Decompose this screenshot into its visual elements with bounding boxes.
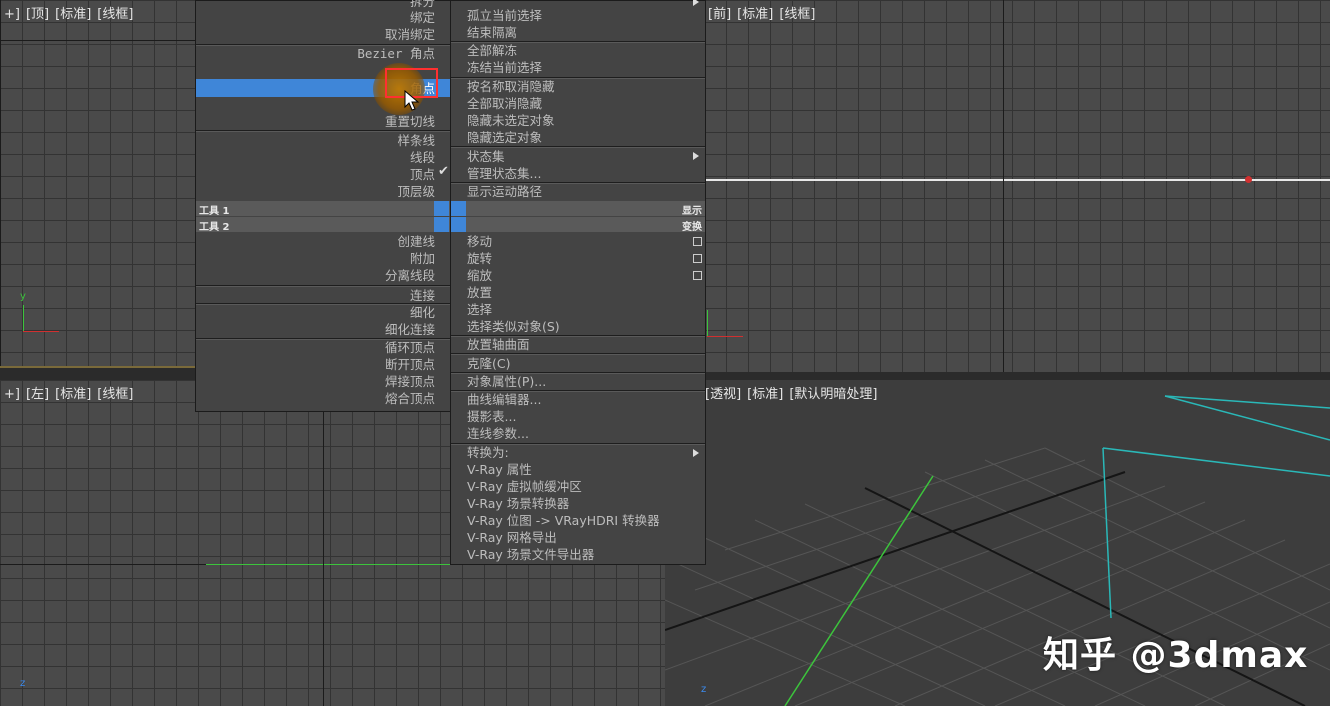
axis-z-label-left: z [20, 678, 26, 689]
menu-item-unbind[interactable]: 取消绑定 [385, 26, 435, 43]
menu-item-clone[interactable]: 克隆(C) [467, 355, 510, 372]
mouse-cursor-icon [404, 90, 420, 111]
menu-item-bezier-corner[interactable]: Bezier 角点 [357, 45, 435, 62]
front-vertex-dot [1245, 176, 1252, 183]
menu-item-object-properties[interactable]: 对象属性(P)... [467, 373, 546, 390]
menu-item-break-vertices[interactable]: 断开顶点 [385, 356, 435, 373]
viewport-front-label[interactable]: [前] [标准] [线框] [708, 3, 821, 22]
menu-item-unfreeze-all[interactable]: 全部解冻 [467, 42, 517, 59]
convert-to-arrow-icon [693, 449, 699, 457]
menu-item-connect[interactable]: 连接 [410, 287, 435, 304]
move-settings-icon[interactable] [693, 237, 702, 246]
menu-item-reset-tangents[interactable]: 重置切线 [385, 113, 435, 130]
menu-item-manage-state-sets[interactable]: 管理状态集... [467, 165, 541, 182]
quad-menu-left: 拆分 绑定 取消绑定 Bezier 角点 角点 重置切线 样条线 线段 顶点 ✔… [195, 0, 452, 412]
vp-persp-shading[interactable]: [默认明暗处理] [789, 387, 877, 402]
menu-item-vray-mesh-export[interactable]: V-Ray 网格导出 [467, 529, 557, 546]
menu-item-attach[interactable]: 附加 [410, 250, 435, 267]
viewport-persp-label[interactable]: [透视] [标准] [默认明暗处理] [705, 383, 883, 402]
menu-item-vray-scene-exporter[interactable]: V-Ray 场景文件导出器 [467, 546, 594, 563]
quad-header-tools2: 工具 2 [196, 217, 451, 233]
quad-title-transform: 变换 [682, 222, 702, 233]
menu-item-cycle-vertices[interactable]: 循环顶点 [385, 339, 435, 356]
check-icon: ✔ [438, 164, 449, 179]
quad-header-display: 显示 [451, 201, 705, 217]
vp-front-mode[interactable]: [标准] [737, 7, 773, 22]
menu-item-unhide-all[interactable]: 全部取消隐藏 [467, 95, 542, 112]
quad-title-tools1: 工具 1 [199, 206, 230, 217]
menu-item-freeze-selection[interactable]: 冻结当前选择 [467, 59, 542, 76]
vp-left-view[interactable]: [左] [26, 387, 49, 402]
quad-indicator-tr [451, 201, 466, 216]
menu-item-vray-vfb[interactable]: V-Ray 虚拟帧缓冲区 [467, 478, 582, 495]
watermark: 知乎 @3dmax [1043, 635, 1309, 676]
menu-item-display-motion-paths[interactable]: 显示运动路径 [467, 183, 542, 200]
vp-top-mode[interactable]: [标准] [55, 7, 91, 22]
menu-item-unhide-by-name[interactable]: 按名称取消隐藏 [467, 78, 555, 95]
menu-item-select[interactable]: 选择 [467, 301, 492, 318]
menu-item-refine-connect[interactable]: 细化连接 [385, 321, 435, 338]
menu-item-vray-properties[interactable]: V-Ray 属性 [467, 461, 532, 478]
menu-item-hide-selection[interactable]: 隐藏选定对象 [467, 129, 542, 146]
menu-item-end-isolate[interactable]: 结束隔离 [467, 24, 517, 41]
menu-item-place[interactable]: 放置 [467, 284, 492, 301]
scale-settings-icon[interactable] [693, 271, 702, 280]
quad-header-tools1: 工具 1 [196, 201, 451, 217]
menu-item-detach-segment[interactable]: 分离线段 [385, 267, 435, 284]
quad-indicator-bl [434, 217, 449, 232]
menu-item-curve-editor[interactable]: 曲线编辑器... [467, 391, 541, 408]
menu-item-wire-parameters[interactable]: 连线参数... [467, 425, 529, 442]
quad-indicator-tl [434, 201, 449, 216]
menu-item-vray-bitmap-converter[interactable]: V-Ray 位图 -> VRayHDRI 转换器 [467, 512, 660, 529]
menu-item-scale[interactable]: 缩放 [467, 267, 492, 284]
menu-item-state-sets[interactable]: 状态集 [467, 148, 505, 165]
menu-item-vray-scene-converter[interactable]: V-Ray 场景转换器 [467, 495, 569, 512]
rotate-settings-icon[interactable] [693, 254, 702, 263]
menu-item-dope-sheet[interactable]: 摄影表... [467, 408, 516, 425]
menu-item-hide-unselected[interactable]: 隐藏未选定对象 [467, 112, 555, 129]
menu-item-segment[interactable]: 线段 [410, 149, 435, 166]
axis-y-label: y [20, 291, 26, 302]
vp-left-plus[interactable]: +] [4, 387, 20, 402]
state-sets-arrow-icon [693, 152, 699, 160]
vp-top-view[interactable]: [顶] [26, 7, 49, 22]
axis-gizmo-front [704, 300, 750, 340]
quad-title-display: 显示 [682, 206, 702, 217]
vp-top-shading[interactable]: [线框] [97, 7, 133, 22]
quad-header-transform: 变换 [451, 217, 705, 233]
quad-indicator-br [451, 217, 466, 232]
vp-persp-mode[interactable]: [标准] [747, 387, 783, 402]
vp-persp-view[interactable]: [透视] [705, 387, 741, 402]
menu-item-rotate[interactable]: 旋转 [467, 250, 492, 267]
quad-title-tools2: 工具 2 [199, 222, 230, 233]
axis-z-label-persp: z [701, 684, 707, 695]
quad-menu-right: 孤立当前选择 结束隔离 全部解冻 冻结当前选择 按名称取消隐藏 全部取消隐藏 隐… [450, 0, 706, 565]
menu-item-vertex[interactable]: 顶点 [410, 166, 435, 183]
menu-item-create-line[interactable]: 创建线 [397, 233, 435, 250]
vp-front-view[interactable]: [前] [708, 7, 731, 22]
menu-item-refine[interactable]: 细化 [410, 304, 435, 321]
menu-item-convert-to[interactable]: 转换为: [467, 444, 509, 461]
menu-item-fuse-vertices[interactable]: 熔合顶点 [385, 390, 435, 407]
vp-front-shading[interactable]: [线框] [779, 7, 815, 22]
menu-item-weld-vertices[interactable]: 焊接顶点 [385, 373, 435, 390]
vp-left-shading[interactable]: [线框] [97, 387, 133, 402]
menu-item-isolate-selection[interactable]: 孤立当前选择 [467, 7, 542, 24]
menu-item-move[interactable]: 移动 [467, 233, 492, 250]
menu-item-spline[interactable]: 样条线 [397, 132, 435, 149]
vp-left-mode[interactable]: [标准] [55, 387, 91, 402]
submenu-arrow-icon [693, 0, 699, 6]
viewport-left-label[interactable]: +] [左] [标准] [线框] [4, 383, 139, 402]
axis-gizmo-top: y [20, 291, 66, 335]
menu-item-select-similar[interactable]: 选择类似对象(S) [467, 318, 560, 335]
vp-top-plus[interactable]: +] [4, 7, 20, 22]
menu-item-bind[interactable]: 绑定 [410, 9, 435, 26]
menu-item-top-level[interactable]: 顶层级 [397, 183, 435, 200]
viewport-top[interactable]: +] [顶] [标准] [线框] y [0, 0, 195, 368]
viewport-front[interactable]: [前] [标准] [线框] [704, 0, 1330, 372]
menu-item-place-pivot-surface[interactable]: 放置轴曲面 [467, 336, 530, 353]
viewport-top-label[interactable]: +] [顶] [标准] [线框] [4, 3, 139, 22]
